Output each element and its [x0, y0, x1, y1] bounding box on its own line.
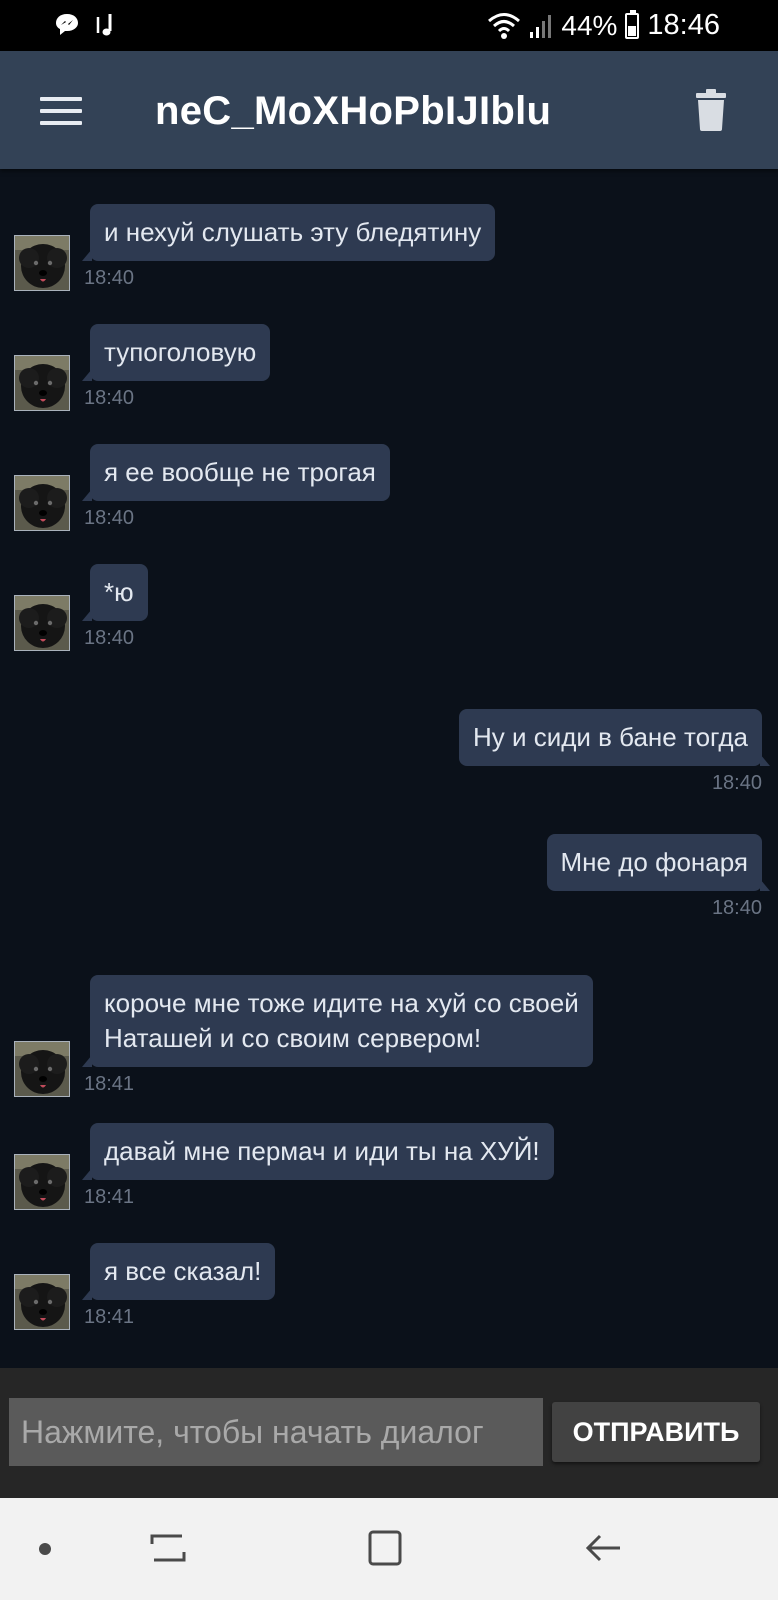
- battery-icon: [625, 9, 640, 39]
- messenger-icon: [56, 14, 78, 35]
- message-time: 18:41: [84, 1073, 135, 1095]
- composer: ОТПРАВИТЬ: [0, 1368, 778, 1498]
- message-bubble[interactable]: я ее вообще не трогая: [82, 444, 390, 501]
- message-bubble[interactable]: тупоголовую: [81, 324, 271, 381]
- message-bubble[interactable]: Ну и сиди в бане тогда: [458, 709, 771, 766]
- avatar[interactable]: [14, 475, 70, 531]
- recent-apps-icon[interactable]: [148, 1528, 188, 1568]
- message-time: 18:40: [711, 772, 762, 794]
- avatar[interactable]: [14, 355, 70, 411]
- message-time: 18:40: [84, 627, 135, 649]
- message-bubble[interactable]: я все сказал!: [81, 1243, 276, 1300]
- avatar[interactable]: [14, 1274, 70, 1330]
- home-icon[interactable]: [366, 1528, 406, 1568]
- menu-icon[interactable]: [40, 97, 82, 125]
- clock: 18:46: [647, 9, 720, 41]
- app-bar: neC_MoXHoPbIJIblu: [0, 51, 778, 169]
- avatar[interactable]: [14, 1154, 70, 1210]
- message-time: 18:40: [84, 267, 135, 289]
- message-input[interactable]: [9, 1398, 543, 1466]
- message-bubble[interactable]: давай мне пермач и иди ты на ХУЙ!: [82, 1123, 554, 1180]
- message-bubble[interactable]: и нехуй слушать эту бледятину: [81, 204, 496, 261]
- status-bar-system: 44% 18:46: [487, 9, 720, 42]
- message-time: 18:40: [84, 387, 135, 409]
- chat-screen: 44% 18:46 neC_MoXHoPbIJIblu и нехуй слуш…: [0, 0, 778, 1600]
- message-time: 18:41: [84, 1306, 135, 1328]
- message-bubble[interactable]: Мне до фонаря: [546, 834, 771, 891]
- wifi-icon: [488, 12, 521, 39]
- status-bar-notifications: [54, 11, 120, 39]
- conversation-title: neC_MoXHoPbIJIblu: [155, 89, 552, 133]
- message-time: 18:40: [84, 507, 135, 529]
- avatar[interactable]: [14, 1041, 70, 1097]
- music-icon: [96, 14, 112, 36]
- battery-percentage: 44%: [561, 9, 618, 41]
- message-bubble[interactable]: *ю: [82, 564, 148, 621]
- message-bubble[interactable]: короче мне тоже идите на хуй со своей На…: [82, 975, 593, 1067]
- signal-icon: [530, 14, 552, 38]
- send-button[interactable]: ОТПРАВИТЬ: [552, 1402, 760, 1462]
- dot-icon: [39, 1543, 51, 1555]
- avatar[interactable]: [14, 235, 70, 291]
- avatar[interactable]: [14, 595, 70, 651]
- message-time: 18:40: [711, 897, 762, 919]
- system-nav-bar: [0, 1498, 778, 1600]
- back-icon[interactable]: [584, 1528, 624, 1568]
- trash-icon[interactable]: [694, 89, 728, 131]
- message-list[interactable]: и нехуй слушать эту бледятину 18:40 тупо…: [0, 169, 778, 1368]
- message-time: 18:41: [84, 1186, 135, 1208]
- status-bar: 44% 18:46: [0, 0, 778, 51]
